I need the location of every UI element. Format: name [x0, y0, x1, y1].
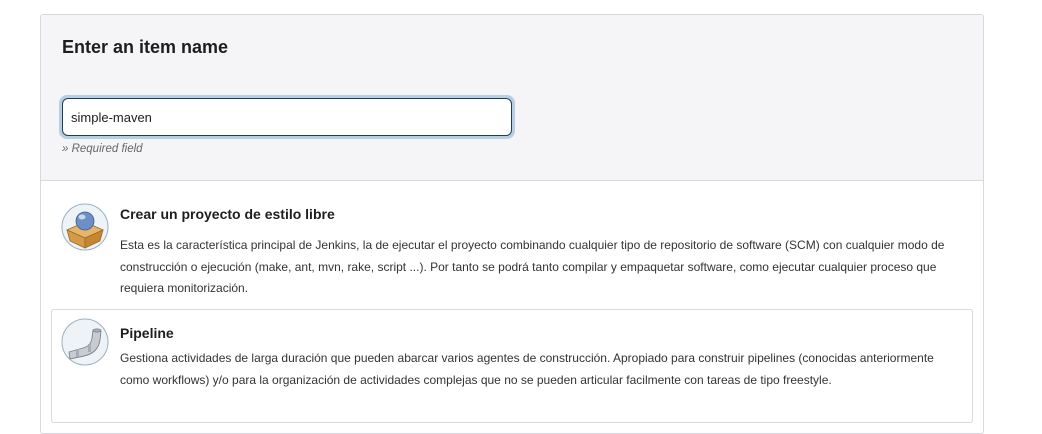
item-type-description: Gestiona actividades de larga duración q… — [120, 351, 934, 387]
item-type-pipeline[interactable]: Pipeline Gestiona actividades de larga d… — [51, 309, 973, 423]
item-type-description: Esta es la característica principal de J… — [120, 238, 945, 295]
required-field-note: » Required field — [62, 143, 143, 155]
pipeline-icon — [61, 318, 109, 366]
freestyle-project-icon — [61, 203, 109, 251]
item-type-label: Pipeline — [120, 325, 174, 341]
item-name-section: Enter an item name » Required field — [41, 15, 983, 181]
item-type-label: Crear un proyecto de estilo libre — [120, 206, 335, 222]
item-name-focus-ring — [59, 95, 515, 139]
item-type-freestyle[interactable]: Crear un proyecto de estilo libre Esta e… — [51, 193, 973, 307]
new-item-panel: Enter an item name » Required field Crea… — [40, 14, 984, 434]
item-name-input[interactable] — [62, 98, 512, 136]
page-title: Enter an item name — [62, 37, 229, 57]
